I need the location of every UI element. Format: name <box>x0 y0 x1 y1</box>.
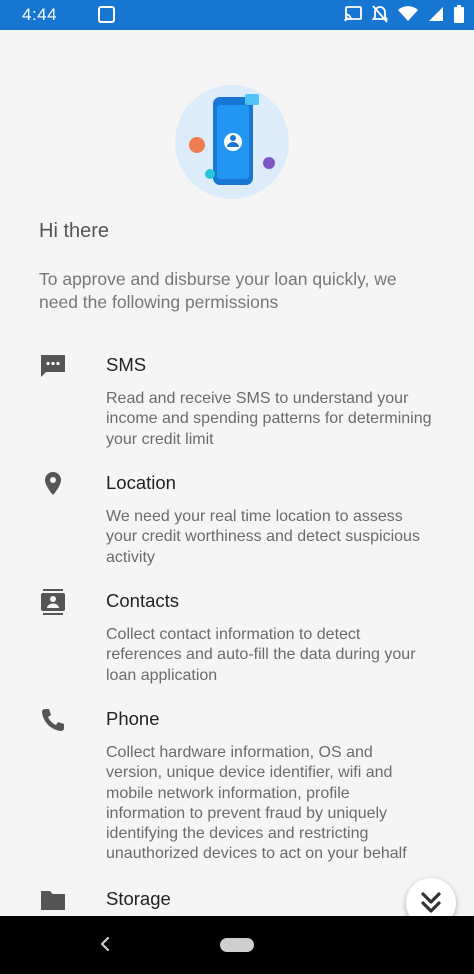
intro-text: To approve and disburse your loan quickl… <box>39 269 397 312</box>
permission-title: Phone <box>106 708 160 729</box>
permission-description: Read and receive SMS to understand your … <box>106 390 432 448</box>
status-time: 4:44 <box>22 5 58 24</box>
navigation-bar <box>0 916 474 974</box>
cast-icon <box>344 6 362 22</box>
sms-icon <box>41 355 65 377</box>
permission-contacts: Contacts Collect contact information to … <box>0 588 474 698</box>
status-icons <box>344 5 464 23</box>
permission-storage: Storage <box>0 886 474 916</box>
status-bar: 4:44 <box>0 0 474 30</box>
permission-title: Storage <box>106 888 171 909</box>
permission-description: Collect contact information to detect re… <box>106 626 416 684</box>
home-pill-icon[interactable] <box>220 938 254 952</box>
permission-description: We need your real time location to asses… <box>106 508 420 566</box>
signal-icon <box>429 7 443 21</box>
back-icon[interactable] <box>96 934 116 954</box>
permission-title: Location <box>106 472 176 493</box>
permissions-screen[interactable]: Hi there To approve and disburse your lo… <box>0 30 474 916</box>
permission-description: Collect hardware information, OS and ver… <box>106 744 407 863</box>
wifi-icon <box>398 6 418 21</box>
double-chevron-down-icon <box>421 892 441 913</box>
folder-icon <box>41 891 65 910</box>
location-icon <box>45 472 61 495</box>
permission-location: Location We need your real time location… <box>0 470 474 580</box>
app-notification-icon <box>98 6 115 23</box>
permission-phone: Phone Collect hardware information, OS a… <box>0 706 474 876</box>
permission-sms: SMS Read and receive SMS to understand y… <box>0 352 474 462</box>
phone-illustration <box>175 85 289 199</box>
scroll-down-button[interactable] <box>406 878 456 916</box>
permission-title: SMS <box>106 354 147 375</box>
do-not-disturb-icon <box>372 5 388 23</box>
contacts-icon <box>41 589 65 615</box>
phone-icon <box>42 709 64 731</box>
greeting-heading: Hi there <box>39 220 110 242</box>
battery-icon <box>454 5 464 23</box>
permission-title: Contacts <box>106 590 180 611</box>
